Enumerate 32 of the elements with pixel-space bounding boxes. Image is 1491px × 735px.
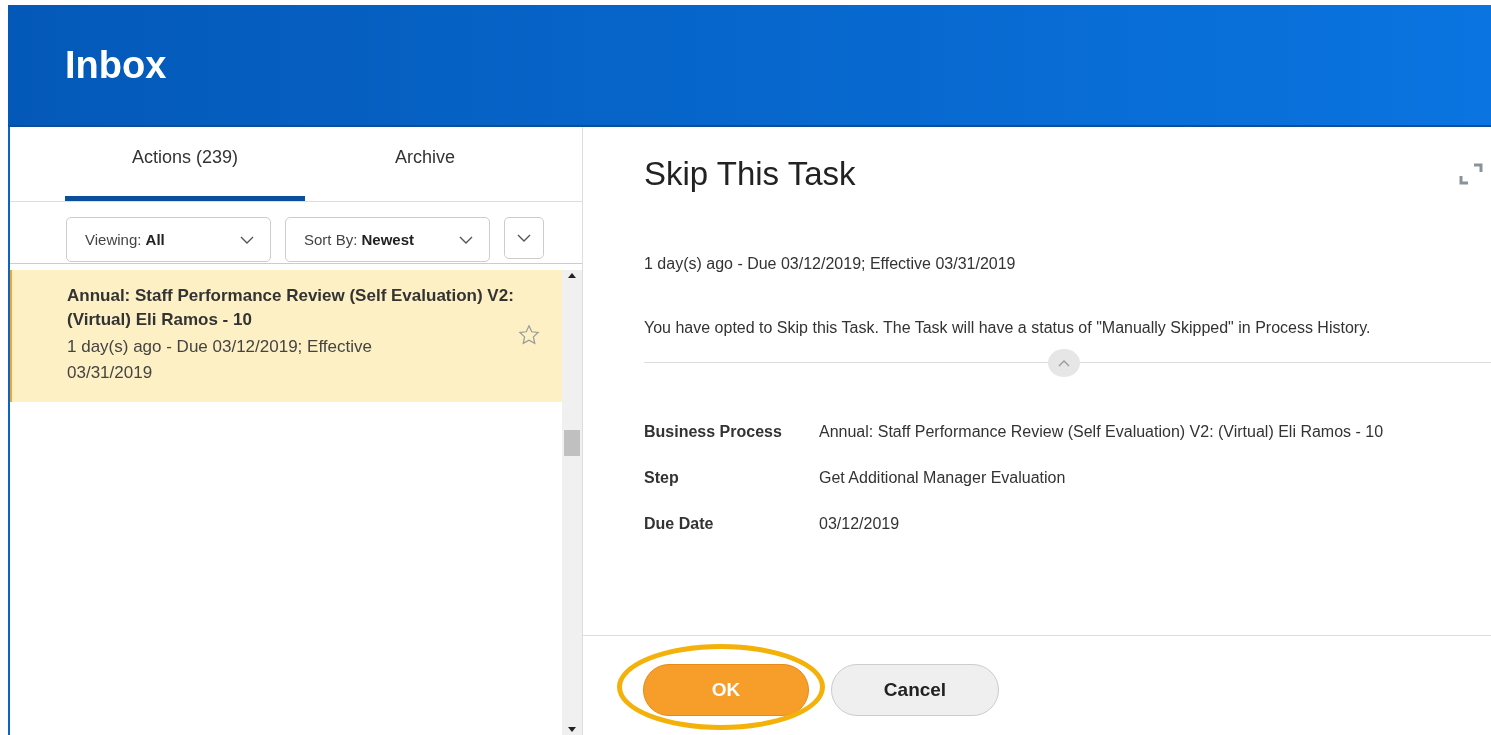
dropdown[interactable]: Sort By: Newest [285, 217, 490, 262]
field-value: Annual: Staff Performance Review (Self Evaluation) V2: (Virtual) Eli Ramos - 10 [819, 422, 1385, 442]
chevron-up-icon [1058, 359, 1070, 367]
item-title: Annual: Staff Performance Review (Self Evaluation) V2: (Virtual) Eli Ramos - 10 [67, 285, 515, 331]
task-message: You have opted to Skip this Task. The Task will have a status of "Manually Skipped" in Process History. [644, 319, 1372, 337]
field-label: Business Process [644, 422, 783, 442]
tab[interactable]: Archive [305, 127, 545, 201]
task-title: Skip This Task [644, 155, 856, 193]
field-value: Get Additional Manager Evaluation [819, 468, 1067, 488]
task-meta: 1 day(s) ago - Due 03/12/2019; Effective 03/31/2019 [644, 255, 1017, 273]
inbox-item[interactable]: Annual: Staff Performance Review (Self Evaluation) V2: (Virtual) Eli Ramos - 10 1 day(s) ago - Due 03/12/2019; Effective 03/31/2019 [10, 270, 562, 402]
scrollbar-thumb[interactable] [564, 429, 580, 456]
item-subtitle: 1 day(s) ago - Due 03/12/2019; Effective 03/31/2019 [67, 336, 373, 384]
dropdown-label: Viewing: All [85, 231, 165, 248]
field-label: Due Date [644, 514, 715, 534]
tab[interactable]: Actions (239) [65, 127, 305, 201]
collapse-button[interactable] [1048, 349, 1080, 377]
field-label: Step [644, 468, 680, 488]
chevron-down-icon [517, 234, 531, 242]
page-title: Inbox [65, 43, 167, 87]
chevron-down-icon [240, 235, 254, 244]
expand-button[interactable] [504, 217, 544, 259]
scrollbar[interactable] [562, 270, 582, 735]
chevron-down-icon [459, 235, 473, 244]
field-value: 03/12/2019 [819, 514, 901, 534]
cancel-button[interactable]: Cancel [831, 664, 999, 716]
scroll-up-icon[interactable] [568, 273, 576, 278]
dropdown-label: Sort By: Newest [304, 231, 415, 248]
dropdown[interactable]: Viewing: All [66, 217, 271, 262]
expand-icon[interactable] [1459, 163, 1483, 185]
scroll-down-icon[interactable] [568, 727, 576, 732]
star-icon[interactable] [518, 324, 540, 346]
